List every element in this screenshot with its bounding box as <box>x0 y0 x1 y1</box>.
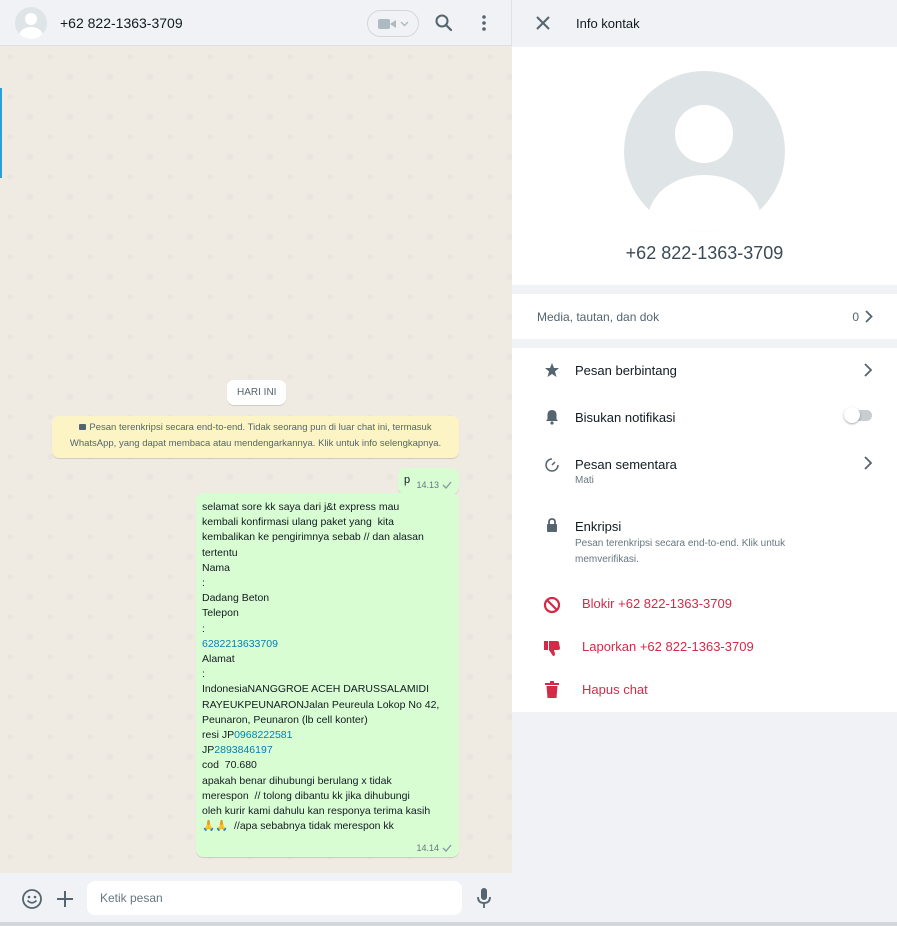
message-line: merespon // tolong dibantu kk jika dihub… <box>202 789 410 802</box>
message-line: RAYEUKPEUNARONJalan Peureula Lokop No 42… <box>202 698 440 711</box>
message-line: apakah benar dihubungi berulang x tidak <box>202 774 392 787</box>
message-line: Nama <box>202 561 231 574</box>
report-label: Laporkan +62 822-1363-3709 <box>582 639 754 654</box>
video-camera-icon <box>377 18 396 29</box>
search-icon[interactable] <box>434 13 454 33</box>
block-icon <box>543 596 561 614</box>
emoji-icon[interactable] <box>21 888 43 910</box>
window-bottom-edge <box>0 922 897 926</box>
starred-label: Pesan berbintang <box>575 363 677 378</box>
contact-info-panel: Info kontak +62 822-1363-3709 Media, tau… <box>512 0 897 926</box>
settings-list: Pesan berbintang Bisukan notifikasi Pesa… <box>512 348 897 712</box>
chevron-right-icon <box>864 456 873 470</box>
message-line: : <box>202 577 205 590</box>
message-text: resi JP <box>202 729 235 742</box>
chevron-down-icon <box>400 21 408 26</box>
close-icon[interactable] <box>536 16 550 30</box>
message-line: kembalikan ke pengirimnya sebab // dan a… <box>202 531 424 544</box>
lock-icon <box>79 424 87 430</box>
block-label: Blokir +62 822-1363-3709 <box>582 596 732 611</box>
message-bubble[interactable]: p 14.13 <box>398 468 459 494</box>
delete-label: Hapus chat <box>582 682 648 697</box>
trash-icon <box>545 681 559 698</box>
menu-icon[interactable] <box>474 13 494 33</box>
message-meta: 14.13 <box>416 480 452 490</box>
phone-link[interactable]: 6282213633709 <box>202 637 453 652</box>
thumbs-down-icon <box>544 641 560 656</box>
encryption-sub: Pesan terenkripsi secara end-to-end. Kli… <box>575 538 786 565</box>
info-header: Info kontak <box>512 0 897 47</box>
info-title: Info kontak <box>576 16 640 31</box>
bell-icon <box>546 410 558 425</box>
message-line: oleh kurir kami dahulu kan responya teri… <box>202 805 431 818</box>
emoji: 🙏🙏 <box>202 820 229 833</box>
message-line: Peunaron, Peunaron (lb cell konter) <box>202 713 368 726</box>
message-line: Telepon <box>202 607 239 620</box>
chevron-right-icon <box>865 310 873 323</box>
chat-panel: +62 822-1363-3709 HARI INI Pesan terenkr… <box>0 0 512 926</box>
single-check-icon <box>442 481 452 489</box>
timer-icon <box>545 458 559 472</box>
chat-header[interactable]: +62 822-1363-3709 <box>0 0 512 46</box>
media-label: Media, tautan, dan dok <box>537 310 660 324</box>
profile-name: +62 822-1363-3709 <box>625 243 784 263</box>
profile-card: +62 822-1363-3709 <box>512 47 897 285</box>
message-text: //apa sebabnya tidak merespon kk <box>228 820 394 833</box>
message-line: Alamat <box>202 653 235 666</box>
message-line: 🙏🙏 //apa sebabnya tidak merespon kk <box>202 819 453 834</box>
message-line: selamat sore kk saya dari j&t express ma… <box>202 501 400 513</box>
plus-icon[interactable] <box>56 890 74 908</box>
message-line: kembali konfirmasi ulang paket yang kita <box>202 516 395 529</box>
message-line: Dadang Beton <box>202 592 270 605</box>
profile-avatar[interactable] <box>624 71 785 232</box>
scroll-indicator <box>0 88 2 178</box>
microphone-icon[interactable] <box>476 887 492 909</box>
message-meta: 14.14 <box>416 843 452 853</box>
message-line: : <box>202 622 205 635</box>
message-line: IndonesiaNANGGROE ACEH DARUSSALAMIDI <box>202 683 429 696</box>
media-row[interactable]: Media, tautan, dan dok 0 <box>512 294 897 339</box>
message-time: 14.14 <box>416 843 439 853</box>
encryption-label: Enkripsi <box>575 519 622 534</box>
disappearing-value: Mati <box>575 475 594 486</box>
message-time: 14.13 <box>416 480 439 490</box>
media-count: 0 <box>852 310 859 324</box>
chevron-right-icon <box>864 363 873 377</box>
message-input[interactable]: Ketik pesan <box>87 881 462 915</box>
disappearing-label: Pesan sementara <box>575 457 677 472</box>
video-call-button[interactable] <box>367 10 419 37</box>
lock-icon <box>547 518 557 532</box>
message-line: JP2893846197 <box>202 743 453 758</box>
message-line: tertentu <box>202 546 238 559</box>
message-line: resi JP0968222581 <box>202 728 453 743</box>
date-separator: HARI INI <box>227 380 287 405</box>
mute-toggle[interactable] <box>844 407 872 423</box>
star-icon <box>545 363 559 377</box>
encryption-notice[interactable]: Pesan terenkripsi secara end-to-end. Tid… <box>52 416 459 458</box>
single-check-icon <box>442 844 452 852</box>
message-line: cod 70.680 <box>202 759 257 772</box>
message-line: : <box>202 668 205 681</box>
mute-label: Bisukan notifikasi <box>575 410 676 425</box>
encryption-notice-text: Pesan terenkripsi secara end-to-end. Tid… <box>69 422 442 449</box>
message-bubble[interactable]: selamat sore kk saya dari j&t express ma… <box>196 493 459 857</box>
message-text: JP <box>202 744 215 757</box>
message-text: p <box>404 474 411 486</box>
tracking-link[interactable]: 2893846197 <box>214 744 272 756</box>
chat-contact-name[interactable]: +62 822-1363-3709 <box>60 15 183 31</box>
tracking-link[interactable]: 0968222581 <box>234 729 292 741</box>
contact-avatar[interactable] <box>15 7 47 39</box>
